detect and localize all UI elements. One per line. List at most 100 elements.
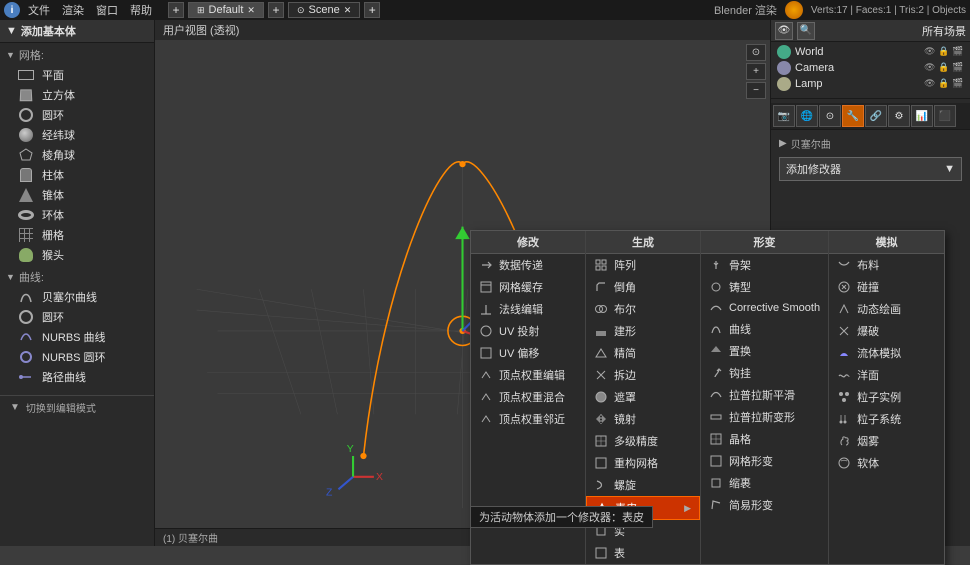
sidebar-item-nurbs-circle[interactable]: NURBS 圆环 [0,347,154,367]
dd-item-array[interactable]: 阵列 [586,254,700,276]
dd-item-boolean[interactable]: 布尔 [586,298,700,320]
dd-item-vertex-weight-edit[interactable]: 顶点权重编辑 [471,364,585,386]
dd-item-collision[interactable]: 碰撞 [829,276,944,298]
sidebar-item-nurbs-curve[interactable]: NURBS 曲线 [0,327,154,347]
dd-item-curve[interactable]: 曲线 [701,318,828,340]
sidebar-item-cone[interactable]: 锥体 [0,185,154,205]
dd-item-dynamic-paint[interactable]: 动态绘画 [829,298,944,320]
sidebar-item-icosphere[interactable]: 棱角球 [0,145,154,165]
sidebar-item-bezier-curve[interactable]: 贝塞尔曲线 [0,287,154,307]
dd-item-explode[interactable]: 爆破 [829,320,944,342]
dd-item-uv-warp[interactable]: UV 偏移 [471,342,585,364]
dd-item-fluid[interactable]: 流体模拟 [829,342,944,364]
dd-item-ocean[interactable]: 洋面 [829,364,944,386]
dd-item-mirror[interactable]: 镜射 [586,408,700,430]
dd-item-cast[interactable]: 铸型 [701,276,828,298]
dd-item-screw[interactable]: 螺旋 [586,474,700,496]
dd-item-mask[interactable]: 遮罩 [586,386,700,408]
blender-info-icon[interactable]: i [4,2,20,18]
dd-item-hook[interactable]: 钩挂 [701,362,828,384]
tab-data[interactable]: 📊 [911,105,933,127]
dd-item-displace[interactable]: 置换 [701,340,828,362]
rp-btn-view[interactable]: 👁 [775,22,793,40]
world-lock[interactable]: 🔒 [938,46,950,58]
tab-default[interactable]: ⊞ Default ✕ [188,2,264,18]
dd-item-armature[interactable]: 骨架 [701,254,828,276]
camera-render[interactable]: 🎬 [952,62,964,74]
camera-lock[interactable]: 🔒 [938,62,950,74]
svg-text:Y: Y [347,444,354,455]
scene-item-world[interactable]: World 👁 🔒 🎬 [773,44,968,60]
dd-item-data-transfer[interactable]: 数据传递 [471,254,585,276]
sidebar-item-bezier-circle[interactable]: 圆环 [0,307,154,327]
tab-scene[interactable]: 🌐 [796,105,818,127]
dd-item-multires[interactable]: 多级精度 [586,430,700,452]
sidebar-item-grid[interactable]: 栅格 [0,225,154,245]
dd-header-deform: 形变 [701,231,828,254]
camera-eye[interactable]: 👁 [924,62,936,74]
dd-item-mesh-cache[interactable]: 网格缓存 [471,276,585,298]
tab-render[interactable]: 📷 [773,105,795,127]
dd-item-vertex-weight-proximity[interactable]: 顶点权重邻近 [471,408,585,430]
dd-item-simple-deform[interactable]: 简易形变 [701,494,828,516]
rp-btn-search[interactable]: 🔍 [797,22,815,40]
collapse-icon[interactable]: ▼ [6,25,17,37]
sidebar-item-cylinder[interactable]: 柱体 [0,165,154,185]
dd-item-subdivision[interactable]: 表 [586,542,700,564]
dd-item-cloth[interactable]: 布料 [829,254,944,276]
sidebar-item-cube[interactable]: 立方体 [0,85,154,105]
sidebar-item-plane[interactable]: 平面 [0,65,154,85]
sidebar-item-uvsphere[interactable]: 经纬球 [0,125,154,145]
lamp-render[interactable]: 🎬 [952,78,964,90]
viewport-zoom-out[interactable]: − [746,82,766,99]
viewport-zoom-in[interactable]: + [746,63,766,80]
dd-item-lattice[interactable]: 晶格 [701,428,828,450]
dd-item-remesh[interactable]: 重构网格 [586,452,700,474]
dd-item-smoke[interactable]: 烟雾 [829,430,944,452]
menu-file[interactable]: 文件 [28,2,50,18]
scene-item-camera[interactable]: Camera 👁 🔒 🎬 [773,60,968,76]
dd-item-particle-instance[interactable]: 粒子实例 [829,386,944,408]
tab-add-after-scene[interactable]: + [364,2,380,18]
dd-item-mesh-deform[interactable]: 网格形变 [701,450,828,472]
scene-item-lamp[interactable]: Lamp 👁 🔒 🎬 [773,76,968,92]
dd-item-build[interactable]: 建形 [586,320,700,342]
explode-icon [837,324,851,338]
sidebar-item-torus[interactable]: 环体 [0,205,154,225]
dd-item-shrinkwrap[interactable]: 缩裹 [701,472,828,494]
viewport-numpad-5[interactable]: ⊙ [746,44,766,61]
tab-modifiers[interactable]: ⚙ [888,105,910,127]
dd-item-corrective-smooth[interactable]: Corrective Smooth [701,298,828,318]
dd-item-decimate[interactable]: 精简 [586,342,700,364]
dd-item-bevel[interactable]: 倒角 [586,276,700,298]
dd-item-uv-project[interactable]: UV 投射 [471,320,585,342]
dd-item-particle-system[interactable]: 粒子系统 [829,408,944,430]
world-eye[interactable]: 👁 [924,46,936,58]
tab-add-after-default[interactable]: + [268,2,284,18]
menu-window[interactable]: 窗口 [96,2,118,18]
lamp-lock[interactable]: 🔒 [938,78,950,90]
menu-help[interactable]: 帮助 [130,2,152,18]
add-modifier-button[interactable]: 添加修改器 ▼ [779,157,962,181]
dd-item-laplacian-smooth[interactable]: 拉普拉斯平滑 [701,384,828,406]
lamp-eye[interactable]: 👁 [924,78,936,90]
lamp-icon [777,77,791,91]
world-render[interactable]: 🎬 [952,46,964,58]
tab-materials[interactable]: ⬛ [934,105,956,127]
circle-icon [16,107,36,123]
tab-constraints[interactable]: 🔗 [865,105,887,127]
dd-item-vertex-weight-mix[interactable]: 顶点权重混合 [471,386,585,408]
tab-object[interactable]: 🔧 [842,105,864,127]
tab-add-left[interactable]: + [168,2,184,18]
tab-world[interactable]: ⊙ [819,105,841,127]
dd-item-edge-split[interactable]: 拆边 [586,364,700,386]
tab-scene[interactable]: ⊙ Scene ✕ [288,2,360,18]
sidebar-item-edit-mode[interactable]: ▼ 切换到编辑模式 [0,395,154,419]
sidebar-item-path[interactable]: 路径曲线 [0,367,154,387]
sidebar-item-monkey[interactable]: 猴头 [0,245,154,265]
menu-render[interactable]: 渲染 [62,2,84,18]
sidebar-item-circle[interactable]: 圆环 [0,105,154,125]
dd-item-laplacian-deform[interactable]: 拉普拉斯变形 [701,406,828,428]
dd-item-normal-edit[interactable]: 法线编辑 [471,298,585,320]
dd-item-softbody[interactable]: 软体 [829,452,944,474]
